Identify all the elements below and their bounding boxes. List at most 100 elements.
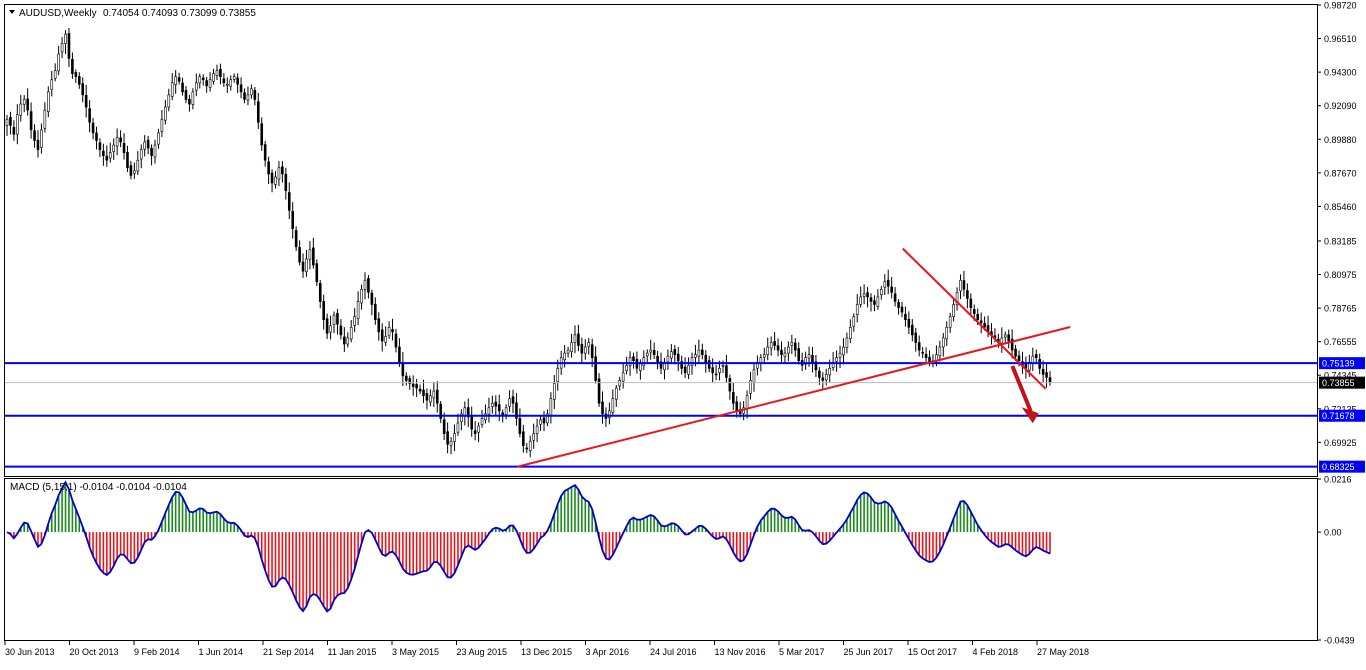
y-tick-label: 0.92090 [1324, 101, 1357, 111]
candle-body [480, 418, 484, 425]
candle-body [869, 297, 873, 302]
candle-body [1048, 377, 1052, 383]
chart-window[interactable]: 0.98720 0.96510 0.94300 0.92090 0.89880 0.876… [0, 0, 1366, 665]
candle-body [711, 367, 714, 374]
candle-body [818, 370, 821, 378]
candle-body [666, 355, 670, 363]
candle-body [952, 304, 955, 318]
candle-body [842, 346, 845, 356]
candle-body [143, 141, 146, 150]
candle-body [518, 418, 522, 434]
candle-body [60, 42, 64, 53]
candle-body [683, 366, 687, 374]
candle-body [243, 92, 246, 100]
candle-body [780, 349, 783, 355]
candle-body [239, 84, 243, 93]
candle-body [453, 433, 456, 442]
candle-body [301, 261, 305, 272]
candle-body [966, 290, 969, 299]
candle-body [129, 165, 133, 176]
candle-body [477, 425, 480, 433]
candle-body [1014, 348, 1017, 357]
candle-body [608, 410, 611, 419]
candle-body [22, 99, 26, 105]
macd-y-tick-label: -0.0439 [1324, 636, 1355, 646]
candle-body [583, 346, 587, 354]
x-tick-label: 3 Apr 2016 [586, 647, 630, 657]
candle-body [639, 363, 642, 371]
candle-body [177, 77, 181, 82]
candle-body [40, 129, 43, 148]
candle-body [701, 349, 704, 355]
candle-body [429, 395, 432, 403]
candle-body [219, 68, 222, 77]
y-tick-label: 0.85460 [1324, 202, 1357, 212]
candle-body [532, 433, 535, 441]
candle-body [893, 293, 897, 302]
candle-body [938, 346, 942, 357]
candle-body [157, 132, 160, 145]
candle-body [962, 280, 966, 290]
candle-body [170, 82, 174, 97]
y-tick-label: 0.83185 [1324, 236, 1357, 246]
candle-body [391, 329, 394, 333]
candle-body [136, 159, 140, 172]
candle-body [164, 106, 167, 121]
candle-body [707, 360, 711, 369]
candle-body [43, 109, 47, 129]
candle-body [284, 173, 288, 191]
candle-body [322, 301, 325, 321]
candle-body [673, 349, 677, 355]
candle-body [1034, 354, 1038, 358]
candle-body [422, 389, 425, 396]
candle-body [346, 337, 350, 345]
candle-body [198, 76, 202, 84]
candle-body [226, 83, 229, 86]
candle-body [449, 440, 453, 446]
candle-body [766, 346, 770, 355]
x-tick-label: 13 Dec 2015 [521, 647, 572, 657]
candle-body [98, 142, 102, 150]
y-tick-label: 0.87670 [1324, 168, 1357, 178]
candle-body [549, 398, 553, 416]
candle-body [88, 108, 91, 123]
candle-body [119, 137, 122, 143]
candle-body [793, 342, 797, 351]
candle-body [649, 349, 652, 353]
candle-body [236, 77, 239, 85]
candle-body [108, 152, 112, 159]
candle-body [435, 389, 439, 404]
candle-body [924, 353, 928, 358]
y-tick-label: 0.80975 [1324, 270, 1357, 280]
candle-body [645, 352, 649, 357]
candle-body [253, 90, 257, 100]
candle-body [491, 402, 494, 407]
candle-body [959, 279, 962, 292]
candle-body [215, 70, 219, 76]
candle-body [862, 293, 866, 297]
candle-body [95, 132, 98, 141]
macd-y-tick-label: 0.0216 [1324, 475, 1352, 485]
candle-body [398, 346, 401, 363]
x-tick-label: 25 Jun 2017 [844, 647, 894, 657]
y-tick-label: 0.96510 [1324, 34, 1357, 44]
candle-body [948, 316, 952, 328]
candle-body [329, 325, 332, 333]
candle-body [904, 313, 907, 321]
candle-body [821, 377, 825, 381]
chart-canvas[interactable]: 0.98720 0.96510 0.94300 0.92090 0.89880 0.876… [0, 0, 1366, 665]
candle-body [714, 373, 718, 376]
y-tick-label: 0.78765 [1324, 304, 1357, 314]
candle-body [773, 341, 776, 346]
candle-body [563, 352, 566, 360]
candle-body [556, 368, 560, 382]
candle-body [725, 365, 728, 378]
candle-body [5, 118, 9, 126]
candle-body [29, 111, 33, 131]
candle-body [652, 349, 656, 355]
x-tick-label: 4 Feb 2018 [973, 647, 1019, 657]
candle-body [19, 103, 23, 116]
candle-body [153, 144, 157, 158]
candle-body [71, 58, 74, 74]
candle-body [287, 192, 291, 211]
